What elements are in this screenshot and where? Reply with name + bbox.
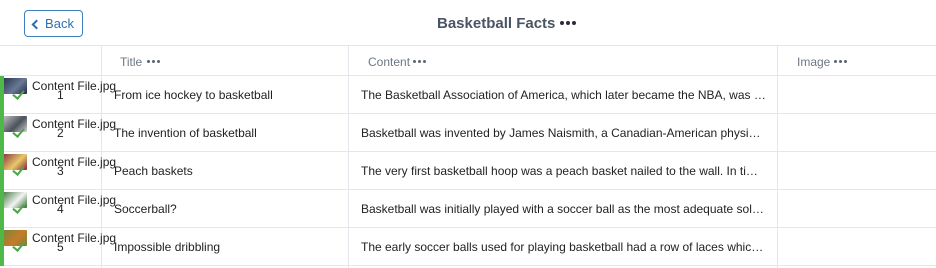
image-file-name: Content File.jpg <box>32 155 117 169</box>
column-title-menu-icon[interactable] <box>146 55 160 67</box>
table-row[interactable]: 3 Peach baskets The very first basketball … <box>0 152 936 190</box>
checkmark-icon[interactable] <box>13 88 25 98</box>
table-row[interactable]: 2 The invention of basketball Basketball w… <box>0 114 936 152</box>
row-content[interactable]: Basketball was initially played with a s… <box>361 202 766 216</box>
back-button[interactable]: Back <box>24 10 83 37</box>
image-file-name: Content File.jpg <box>32 79 117 93</box>
row-number: 3 <box>57 164 64 178</box>
table-row[interactable]: 1 From ice hockey to basketball The Basket… <box>0 76 936 114</box>
table-row[interactable]: 4 Soccerball? Basketball was initially pla… <box>0 190 936 228</box>
checkmark-icon[interactable] <box>13 240 25 250</box>
row-number: 2 <box>57 126 64 140</box>
row-title[interactable]: From ice hockey to basketball <box>114 88 339 102</box>
image-file-name: Content File.jpg <box>32 231 117 245</box>
title-more-menu-icon[interactable] <box>560 16 576 30</box>
row-status-bar <box>0 114 4 152</box>
row-content[interactable]: Basketball was invented by James Naismit… <box>361 126 766 140</box>
row-content[interactable]: The very first basketball hoop was a pea… <box>361 164 766 178</box>
image-file-name: Content File.jpg <box>32 193 117 207</box>
row-status-bar <box>0 190 4 228</box>
column-content-menu-icon[interactable] <box>412 55 426 67</box>
page-header: Back Basketball Facts <box>0 0 936 46</box>
row-status-bar <box>0 228 4 266</box>
column-header-content: Content <box>368 55 411 69</box>
column-header-title: Title <box>120 55 143 69</box>
checkmark-icon[interactable] <box>13 164 25 174</box>
back-button-label: Back <box>45 16 74 31</box>
row-status-bar <box>0 76 4 114</box>
table-row[interactable]: 5 Impossible dribbling The early soccer ba… <box>0 228 936 266</box>
row-title[interactable]: Soccerball? <box>114 202 339 216</box>
checkmark-icon[interactable] <box>13 126 25 136</box>
row-title[interactable]: Peach baskets <box>114 164 339 178</box>
row-status-bar <box>0 152 4 190</box>
page-title: Basketball Facts <box>437 15 556 32</box>
row-content[interactable]: The early soccer balls used for playing … <box>361 240 766 254</box>
row-title[interactable]: Impossible dribbling <box>114 240 339 254</box>
row-title[interactable]: The invention of basketball <box>114 126 339 140</box>
column-header-image: Image <box>797 55 831 69</box>
row-content[interactable]: The Basketball Association of America, w… <box>361 88 766 102</box>
column-image-menu-icon[interactable] <box>833 55 847 67</box>
checkmark-icon[interactable] <box>13 202 25 212</box>
row-number: 1 <box>57 88 64 102</box>
image-file-name: Content File.jpg <box>32 117 117 131</box>
row-number: 4 <box>57 202 64 216</box>
table-header-row: Title Content Image <box>0 46 936 76</box>
row-number: 5 <box>57 240 64 254</box>
chevron-left-icon <box>31 19 42 29</box>
